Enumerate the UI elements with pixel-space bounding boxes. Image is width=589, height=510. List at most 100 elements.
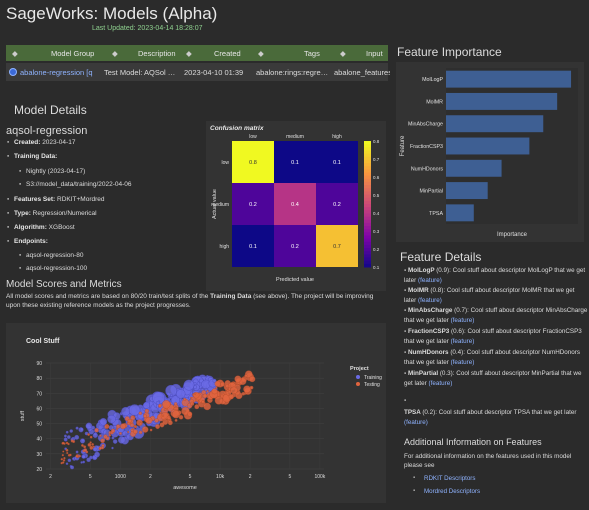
colorbar-tick: 0.4 (373, 211, 380, 216)
legend-label[interactable]: Testing (364, 382, 380, 388)
sort-icon[interactable]: ◆ (112, 49, 118, 58)
cell-value: 0.1 (291, 160, 299, 166)
detail-training-item: S3://model_data/training/2022-04-06 (19, 181, 132, 188)
sort-icon[interactable]: ◆ (12, 49, 18, 58)
scatter-point-testing (98, 446, 102, 450)
feature-detail-item: ▪ MolLogP (0.9): Cool stuff about descri… (404, 266, 588, 285)
feature-detail-item: ▪ FractionCSP3 (0.6): Cool stuff about d… (404, 327, 588, 346)
cell-model-group[interactable]: abalone-regression [q (20, 68, 100, 77)
scatter-point-testing (139, 422, 142, 425)
scatter-point-testing (91, 443, 94, 446)
importance-bar (446, 70, 572, 88)
feature-detail-name: NumHDonors (407, 349, 451, 356)
feature-link[interactable]: (feature) (418, 297, 442, 304)
chart-title: Confusion matrix (210, 125, 264, 132)
scatter-point-testing (120, 423, 126, 430)
feature-importance-chart: MolLogP MolMR MinAbsCharge FractionCSP3 NumH… (400, 68, 578, 238)
colorbar-segment (364, 229, 371, 233)
feature-link[interactable]: (feature) (404, 419, 428, 426)
detail-created: Created: 2023-04-17 (7, 139, 75, 146)
scatter-point-training (63, 434, 67, 438)
legend-marker[interactable] (356, 382, 360, 386)
scatter-point-testing (78, 455, 82, 458)
scores-description: All model scores and metrics are based o… (6, 293, 374, 309)
feature-link[interactable]: (feature) (418, 277, 442, 284)
feature-detail-name: MinAbsCharge (407, 307, 455, 314)
scatter-point-testing (67, 442, 70, 446)
scatter-point-testing (163, 408, 167, 412)
scatter-point-testing (220, 381, 225, 387)
scatter-point-testing (69, 453, 72, 457)
y-tick-label: 30 (36, 452, 42, 458)
colorbar-segment (364, 257, 371, 262)
scatter-point-training (92, 432, 98, 438)
colorbar-tick: 0.8 (373, 139, 380, 144)
scatter-point-training (111, 436, 115, 440)
colorbar-segment (364, 144, 371, 148)
feature-detail-name: MinPartial (407, 370, 440, 377)
mordred-descriptors-link[interactable]: Mordred Descriptors (424, 488, 480, 495)
colorbar-segment (364, 263, 371, 268)
scatter-point-testing (230, 386, 238, 394)
scatter-point-testing (111, 428, 116, 433)
scatter-point-testing (162, 400, 171, 409)
scatter-point-training (70, 465, 75, 470)
table-header: ◆ Model Group ◆ Description ◆ Created ◆ … (6, 45, 388, 61)
rdkit-descriptors-link[interactable]: RDKIT Descriptors (424, 475, 475, 482)
legend-label[interactable]: Training (364, 375, 382, 381)
models-table: ◆ Model Group ◆ Description ◆ Created ◆ … (6, 45, 390, 85)
legend-marker[interactable] (356, 375, 360, 379)
scatter-point-training (121, 406, 131, 416)
feature-link[interactable]: (feature) (451, 359, 475, 366)
header-tags[interactable]: Tags (304, 49, 320, 58)
colorbar-segment (364, 194, 371, 199)
importance-bar (446, 115, 544, 133)
row-select-radio[interactable] (9, 68, 17, 76)
scatter-point-training (135, 417, 139, 421)
header-model-group[interactable]: Model Group (51, 49, 94, 58)
table-row[interactable]: abalone-regression [q Test Model: AQSol … (6, 63, 390, 81)
sort-icon[interactable]: ◆ (340, 49, 346, 58)
header-input[interactable]: Input (366, 49, 383, 58)
scatter-point-training (117, 436, 126, 444)
feature-link[interactable]: (feature) (451, 317, 475, 324)
y-axis-label: stuff (20, 410, 26, 421)
sort-icon[interactable]: ◆ (258, 49, 264, 58)
importance-bar (446, 92, 558, 110)
colorbar-segment (364, 232, 371, 236)
feature-link[interactable]: (feature) (451, 338, 475, 345)
additional-info-text: For additional information on the featur… (404, 453, 572, 469)
scatter-point-testing (202, 393, 208, 399)
header-description[interactable]: Description (138, 49, 176, 58)
scatter-point-testing (144, 408, 149, 414)
scatter-point-training (75, 426, 79, 430)
bar-label: MolLogP (422, 77, 443, 83)
scatter-point-testing (190, 396, 193, 399)
scatter-point-testing (87, 433, 90, 436)
feature-link[interactable]: (feature) (429, 380, 453, 387)
detail-endpoint-item: aqsol-regression-80 (19, 252, 84, 259)
confusion-matrix-chart: Confusion matrixlowlowmediummediumhighhi… (210, 125, 380, 283)
sort-icon[interactable]: ◆ (186, 49, 192, 58)
scatter-point-testing (62, 461, 65, 464)
feature-detail-item: ▪ TPSA (0.2): Cool stuff about descriptor… (404, 397, 588, 427)
colorbar-segment (364, 169, 371, 173)
colorbar-segment (364, 163, 371, 167)
feature-importance-heading: Feature Importance (397, 45, 502, 59)
scatter-point-testing (244, 374, 248, 378)
header-created[interactable]: Created (214, 49, 241, 58)
bar-label: FractionCSP3 (410, 144, 443, 150)
cell-value: 0.7 (333, 244, 341, 250)
scatter-point-testing (145, 416, 153, 424)
cell-value: 0.2 (291, 244, 299, 250)
confusion-matrix-panel: Confusion matrix low low medium medium high hi… (206, 121, 386, 291)
column-label: high (332, 134, 342, 140)
scatter-point-training (112, 439, 118, 444)
legend-title: Project (350, 366, 369, 372)
colorbar-tick: 0.7 (373, 157, 380, 162)
scatter-point-testing (249, 375, 256, 383)
scatter-point-testing (65, 448, 69, 452)
cool-stuff-panel: Cool Stuff 20 30 40 50 60 70 80 90 2 5 1000 2 5 10k 2 5 1… (6, 323, 386, 503)
scatter-point-testing (129, 422, 135, 428)
colorbar-tick: 0.5 (373, 193, 380, 198)
